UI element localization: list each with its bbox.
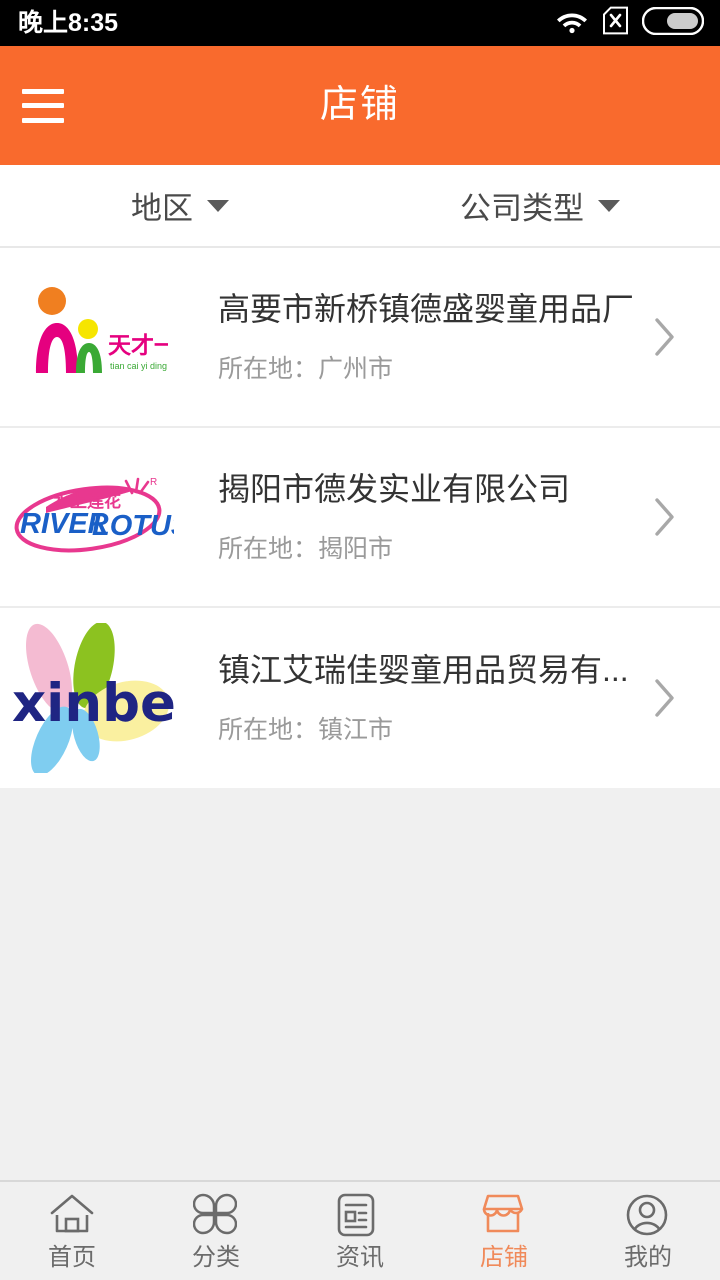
- tab-shop[interactable]: 店铺: [432, 1182, 576, 1280]
- svg-text:天才一叮: 天才一叮: [108, 333, 168, 359]
- filter-company-type[interactable]: 公司类型: [360, 183, 720, 228]
- tab-home-label: 首页: [48, 1243, 96, 1271]
- tiancaiyiding-logo: 天才一叮 tian cai yi ding: [0, 262, 180, 412]
- table-row[interactable]: 水上莲花 R RIVER LOTUS 揭阳市德发实业有限公司 所在地：揭阳市: [0, 428, 720, 608]
- svg-text:tian cai yi ding: tian cai yi ding: [110, 361, 167, 371]
- shop-list: 天才一叮 tian cai yi ding 高要市新桥镇德盛婴童用品厂 所在地：…: [0, 248, 720, 788]
- chevron-right-icon[interactable]: [654, 317, 676, 357]
- empty-content-area: [0, 788, 720, 1180]
- chevron-down-icon: [598, 199, 620, 212]
- shop-location: 所在地：镇江市: [218, 716, 394, 745]
- app-screen: 晚上8:35 店铺 地区 公司类型 天才一 tian cai yi ding 高…: [0, 0, 720, 1280]
- tab-home[interactable]: 首页: [0, 1182, 144, 1280]
- sim-no-service-icon: [602, 6, 629, 40]
- status-time: 晚上8:35: [18, 9, 119, 37]
- xinbei-logo: xinbei: [0, 623, 180, 773]
- page-title: 店铺: [319, 84, 400, 126]
- shop-location: 所在地：揭阳市: [218, 535, 394, 564]
- news-document-icon: [337, 1193, 383, 1239]
- shop-name: 镇江艾瑞佳婴童用品贸易有...: [218, 651, 629, 688]
- hamburger-menu-icon[interactable]: [22, 88, 64, 123]
- filter-bar: 地区 公司类型: [0, 165, 720, 248]
- status-icon-group: [555, 6, 705, 40]
- tab-profile[interactable]: 我的: [576, 1182, 720, 1280]
- shop-storefront-icon: [481, 1193, 527, 1239]
- svg-text:LOTUS: LOTUS: [92, 510, 174, 542]
- chevron-right-icon[interactable]: [654, 678, 676, 718]
- bottom-tab-bar: 首页 分类 资讯 店铺 我的: [0, 1180, 720, 1280]
- table-row[interactable]: 天才一叮 tian cai yi ding 高要市新桥镇德盛婴童用品厂 所在地：…: [0, 248, 720, 428]
- tab-news[interactable]: 资讯: [288, 1182, 432, 1280]
- user-profile-icon: [625, 1193, 671, 1239]
- chevron-down-icon: [207, 199, 229, 212]
- filter-region[interactable]: 地区: [0, 183, 360, 228]
- tab-profile-label: 我的: [624, 1243, 672, 1271]
- svg-text:R: R: [150, 477, 157, 488]
- chevron-right-icon[interactable]: [654, 497, 676, 537]
- filter-company-type-label: 公司类型: [460, 191, 584, 226]
- status-bar: 晚上8:35: [0, 0, 720, 46]
- shop-info: 高要市新桥镇德盛婴童用品厂 所在地：广州市: [180, 290, 720, 384]
- tab-categories[interactable]: 分类: [144, 1182, 288, 1280]
- filter-region-label: 地区: [131, 191, 193, 226]
- battery-icon: [641, 6, 705, 40]
- svg-text:xinbei: xinbei: [12, 673, 176, 734]
- table-row[interactable]: xinbei 镇江艾瑞佳婴童用品贸易有... 所在地：镇江市: [0, 608, 720, 788]
- shop-info: 揭阳市德发实业有限公司 所在地：揭阳市: [180, 470, 720, 564]
- shop-info: 镇江艾瑞佳婴童用品贸易有... 所在地：镇江市: [180, 651, 720, 745]
- shop-name: 高要市新桥镇德盛婴童用品厂: [218, 290, 635, 327]
- home-icon: [49, 1193, 95, 1239]
- tab-shop-label: 店铺: [480, 1243, 528, 1271]
- shop-location: 所在地：广州市: [218, 355, 394, 384]
- wifi-icon: [555, 8, 589, 39]
- tab-categories-label: 分类: [192, 1243, 240, 1271]
- shop-name: 揭阳市德发实业有限公司: [218, 470, 571, 507]
- clover-categories-icon: [192, 1193, 239, 1239]
- river-lotus-logo: 水上莲花 R RIVER LOTUS: [0, 442, 180, 592]
- app-header: 店铺: [0, 46, 720, 165]
- tab-news-label: 资讯: [336, 1243, 384, 1271]
